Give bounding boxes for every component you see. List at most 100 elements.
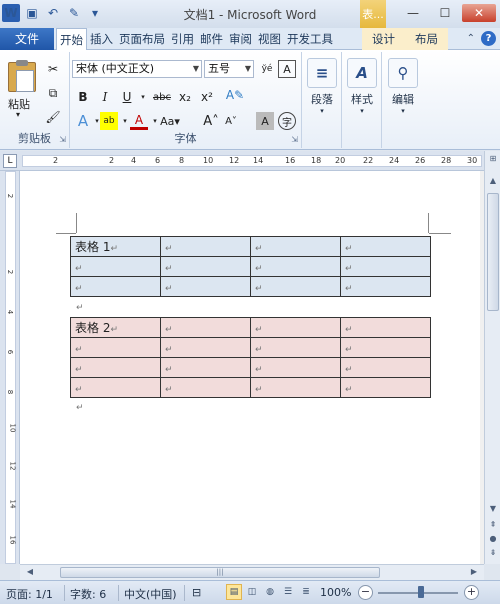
copy-icon[interactable]: ⧉	[44, 84, 62, 102]
tab-insert[interactable]: 插入	[87, 28, 116, 50]
vertical-scroll-thumb[interactable]	[487, 193, 499, 311]
phonetic-guide-icon[interactable]: ўé	[258, 60, 276, 78]
change-case-icon[interactable]: Aa▾	[158, 112, 182, 130]
web-layout-icon[interactable]: ◍	[262, 584, 278, 600]
help-icon[interactable]: ?	[481, 31, 496, 46]
zoom-out-button[interactable]: −	[358, 585, 373, 600]
tab-references[interactable]: 引用	[168, 28, 197, 50]
grow-font-icon[interactable]: A˄	[202, 112, 220, 130]
document-area[interactable]: 表格 1↵ ↵ ↵ ↵ ↵ ↵ ↵ ↵ ↵ ↵ ↵ ↵ ↵ 表格 2↵ ↵ ↵ …	[20, 171, 484, 564]
close-button[interactable]: ✕	[462, 4, 496, 22]
table-cell[interactable]: ↵	[160, 337, 251, 358]
font-name-select[interactable]: 宋体 (中文正文) ▼	[72, 60, 202, 78]
table-cell[interactable]: ↵	[250, 276, 341, 297]
minimize-ribbon-icon[interactable]: ⌃	[467, 33, 475, 44]
tab-view[interactable]: 视图	[255, 28, 284, 50]
character-border-icon[interactable]: A	[278, 60, 296, 78]
next-page-icon[interactable]: ⇟	[487, 547, 499, 559]
scroll-down-icon[interactable]: ▼	[487, 503, 499, 515]
table-2[interactable]: 表格 2↵ ↵ ↵ ↵ ↵ ↵ ↵ ↵ ↵ ↵ ↵ ↵ ↵ ↵ ↵ ↵	[70, 317, 431, 398]
vertical-scrollbar[interactable]: ⊞ ▲ ▼ ⇞ ● ⇟	[484, 151, 500, 564]
table-cell[interactable]: ↵	[340, 236, 431, 257]
paragraph-button[interactable]: ≡ 段落 ▾	[306, 58, 338, 115]
horizontal-ruler[interactable]: L 2 2 4 6 8 10 12 14 16 18 20 22 24 26 2…	[0, 151, 484, 171]
zoom-slider-knob[interactable]	[418, 586, 424, 598]
macro-record-icon[interactable]: ⊟	[192, 586, 201, 599]
full-screen-reading-icon[interactable]: ◫	[244, 584, 260, 600]
zoom-in-button[interactable]: +	[464, 585, 479, 600]
tab-table-layout[interactable]: 布局	[405, 28, 448, 50]
table-cell[interactable]: ↵	[340, 357, 431, 378]
document-page[interactable]: 表格 1↵ ↵ ↵ ↵ ↵ ↵ ↵ ↵ ↵ ↵ ↵ ↵ ↵ 表格 2↵ ↵ ↵ …	[20, 171, 480, 564]
table-cell[interactable]: ↵	[70, 337, 161, 358]
table-cell[interactable]: 表格 1↵	[70, 236, 161, 257]
editing-button[interactable]: ⚲ 编辑 ▾	[386, 58, 420, 115]
strikethrough-button[interactable]: abc	[150, 88, 174, 106]
table-cell[interactable]: ↵	[160, 357, 251, 378]
styles-button[interactable]: A 样式 ▾	[346, 58, 378, 115]
table-cell[interactable]: ↵	[160, 377, 251, 398]
scroll-right-icon[interactable]: ▶	[468, 567, 480, 579]
table-cell[interactable]: ↵	[160, 276, 251, 297]
print-layout-view-icon[interactable]: ▤	[226, 584, 242, 600]
clipboard-launcher-icon[interactable]: ⇲	[59, 135, 66, 144]
table-cell[interactable]: ↵	[340, 317, 431, 338]
superscript-button[interactable]: x²	[198, 88, 216, 106]
font-size-select[interactable]: 五号 ▼	[204, 60, 254, 78]
cut-icon[interactable]: ✂	[44, 60, 62, 78]
format-painter-icon[interactable]: 🖌	[44, 108, 62, 126]
character-shading-icon[interactable]: A	[256, 112, 274, 130]
table-cell[interactable]: ↵	[70, 276, 161, 297]
table-cell[interactable]: ↵	[340, 377, 431, 398]
table-cell[interactable]: ↵	[340, 256, 431, 277]
enclose-characters-icon[interactable]: 字	[278, 112, 296, 130]
tab-review[interactable]: 审阅	[226, 28, 255, 50]
table-cell[interactable]: ↵	[70, 256, 161, 277]
vertical-ruler[interactable]: 2 2 4 6 8 10 12 14 16	[0, 171, 20, 564]
word-count[interactable]: 字数: 6	[70, 586, 106, 602]
tab-file[interactable]: 文件	[0, 28, 54, 50]
outline-view-icon[interactable]: ☰	[280, 584, 296, 600]
tab-table-design[interactable]: 设计	[362, 28, 405, 50]
tab-selector-icon[interactable]: L	[3, 154, 17, 168]
horizontal-scroll-thumb[interactable]: |||	[60, 567, 380, 578]
zoom-level[interactable]: 100%	[320, 586, 351, 599]
table-cell[interactable]: ↵	[250, 357, 341, 378]
maximize-button[interactable]: ☐	[430, 4, 460, 22]
minimize-button[interactable]: —	[398, 4, 428, 22]
tab-home[interactable]: 开始	[56, 28, 87, 50]
scroll-up-icon[interactable]: ▲	[487, 175, 499, 187]
horizontal-scrollbar[interactable]: ◀ ||| ▶	[20, 564, 484, 580]
language-indicator[interactable]: 中文(中国)	[124, 586, 177, 602]
scroll-left-icon[interactable]: ◀	[24, 567, 36, 579]
table-cell[interactable]: 表格 2↵	[70, 317, 161, 338]
table-cell[interactable]: ↵	[160, 256, 251, 277]
table-cell[interactable]: ↵	[250, 377, 341, 398]
table-cell[interactable]: ↵	[340, 337, 431, 358]
table-1[interactable]: 表格 1↵ ↵ ↵ ↵ ↵ ↵ ↵ ↵ ↵ ↵ ↵ ↵	[70, 236, 431, 297]
draft-view-icon[interactable]: ≣	[298, 584, 314, 600]
previous-page-icon[interactable]: ⇞	[487, 519, 499, 531]
table-cell[interactable]: ↵	[160, 317, 251, 338]
paste-dropdown-icon[interactable]: ▾	[16, 110, 20, 119]
table-cell[interactable]: ↵	[160, 236, 251, 257]
subscript-button[interactable]: x₂	[176, 88, 194, 106]
tab-mailings[interactable]: 邮件	[197, 28, 226, 50]
table-cell[interactable]: ↵	[250, 317, 341, 338]
bold-button[interactable]: B	[74, 88, 92, 106]
table-cell[interactable]: ↵	[250, 236, 341, 257]
clear-formatting-icon[interactable]: A✎	[226, 86, 244, 104]
table-cell[interactable]: ↵	[250, 256, 341, 277]
table-cell[interactable]: ↵	[250, 337, 341, 358]
page-count[interactable]: 页面: 1/1	[6, 586, 53, 602]
shrink-font-icon[interactable]: A˅	[222, 112, 240, 130]
table-cell[interactable]: ↵	[70, 357, 161, 378]
table-cell[interactable]: ↵	[340, 276, 431, 297]
table-cell[interactable]: ↵	[70, 377, 161, 398]
font-launcher-icon[interactable]: ⇲	[291, 135, 298, 144]
italic-button[interactable]: I	[96, 88, 114, 106]
ruler-toggle-icon[interactable]: ⊞	[487, 153, 499, 165]
tab-developer[interactable]: 开发工具	[284, 28, 336, 50]
select-browse-object-icon[interactable]: ●	[487, 533, 499, 545]
tab-page-layout[interactable]: 页面布局	[116, 28, 168, 50]
